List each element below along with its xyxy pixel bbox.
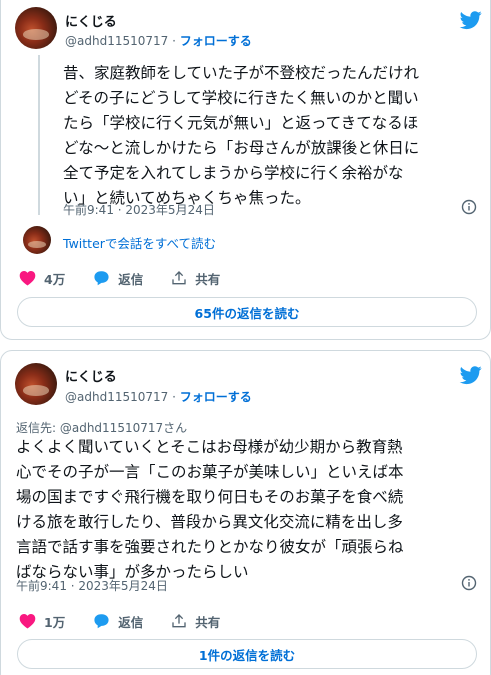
avatar[interactable] xyxy=(15,7,57,49)
tweet-card-2: にくじる @adhd11510717 · フォローする 返信先: @adhd11… xyxy=(0,350,491,675)
author-handle-row: @adhd11510717 · フォローする xyxy=(65,32,252,49)
follow-button[interactable]: フォローする xyxy=(180,390,252,404)
read-conversation-link[interactable]: Twitterで会話をすべて読む xyxy=(63,233,216,252)
timestamp[interactable]: 午前9:41 · 2023年5月24日 xyxy=(16,577,168,594)
tweet-text: よくよく聞いていくとそこはお母様が幼少期から教育熱 心でその子が一言「このお菓子… xyxy=(16,435,486,585)
share-label: 共有 xyxy=(195,614,221,630)
author-handle-row: @adhd11510717 · フォローする xyxy=(65,388,252,405)
tweet-text-line: 心でその子が一言「このお菓子が美味しい」といえば本 xyxy=(16,463,404,481)
heart-icon xyxy=(19,271,36,286)
author-name[interactable]: にくじる xyxy=(65,11,117,30)
share-label: 共有 xyxy=(195,271,221,287)
author-name[interactable]: にくじる xyxy=(65,366,117,385)
read-replies-button[interactable]: 65件の返信を読む xyxy=(17,297,477,327)
twitter-bird-icon[interactable] xyxy=(458,364,484,386)
tweet-text-line: 全て予定を入れてしまうから学校に行く余裕がな xyxy=(63,164,404,182)
tweet-card-1: にくじる @adhd11510717 · フォローする 昔、家庭教師をしていた子… xyxy=(0,0,491,340)
reply-bubble-icon xyxy=(94,614,109,629)
reply-label: 返信 xyxy=(118,271,144,287)
tweet-text-line: 言語で話す事を強要されたりとかなり彼女が「頑張らね xyxy=(16,538,404,556)
heart-icon xyxy=(19,614,36,629)
action-bar: 4万 返信 共有 xyxy=(19,267,248,289)
read-replies-button[interactable]: 1件の返信を読む xyxy=(17,639,477,669)
share-icon xyxy=(172,271,186,285)
reply-label: 返信 xyxy=(118,614,144,630)
share-button[interactable]: 共有 xyxy=(171,269,220,288)
action-bar: 1万 返信 共有 xyxy=(19,610,248,632)
tweet-text-line: たら「学校に行く元気が無い」と返ってきてなるほ xyxy=(63,114,419,132)
follow-button[interactable]: フォローする xyxy=(180,34,252,48)
timestamp[interactable]: 午前9:41 · 2023年5月24日 xyxy=(63,201,215,218)
tweet-text: 昔、家庭教師をしていた子が不登校だったんだけれ どその子にどうして学校に行きたく… xyxy=(63,61,483,211)
tweet-text-line: 昔、家庭教師をしていた子が不登校だったんだけれ xyxy=(63,64,420,82)
thread-line xyxy=(38,55,40,215)
share-icon xyxy=(172,614,186,628)
share-button[interactable]: 共有 xyxy=(171,612,220,631)
tweet-text-line: どな〜と流しかけたら「お母さんが放課後と休日に xyxy=(63,139,420,157)
separator: · xyxy=(168,390,180,404)
like-button[interactable]: 4万 xyxy=(19,269,65,288)
like-count: 4万 xyxy=(44,271,66,287)
twitter-bird-icon[interactable] xyxy=(458,9,484,31)
like-count: 1万 xyxy=(44,614,66,630)
separator: · xyxy=(168,34,180,48)
tweet-text-line: ける旅を敢行したり、普段から異文化交流に精を出し多 xyxy=(16,513,403,531)
info-icon[interactable] xyxy=(461,575,477,591)
reply-button[interactable]: 返信 xyxy=(93,612,143,631)
avatar[interactable] xyxy=(15,363,57,405)
tweet-text-line: 場の国まですぐ飛行機を取り何日もそのお菓子を食べ続 xyxy=(16,488,404,506)
reply-button[interactable]: 返信 xyxy=(93,269,143,288)
reply-to-label[interactable]: 返信先: @adhd11510717さん xyxy=(16,419,187,436)
author-handle[interactable]: @adhd11510717 xyxy=(65,34,168,48)
tweet-text-line: よくよく聞いていくとそこはお母様が幼少期から教育熱 xyxy=(16,438,403,456)
reply-bubble-icon xyxy=(94,271,109,286)
avatar-small[interactable] xyxy=(23,226,51,254)
like-button[interactable]: 1万 xyxy=(19,612,65,631)
author-handle[interactable]: @adhd11510717 xyxy=(65,390,168,404)
tweet-text-line: どその子にどうして学校に行きたく無いのかと聞い xyxy=(63,89,419,107)
info-icon[interactable] xyxy=(461,199,477,215)
